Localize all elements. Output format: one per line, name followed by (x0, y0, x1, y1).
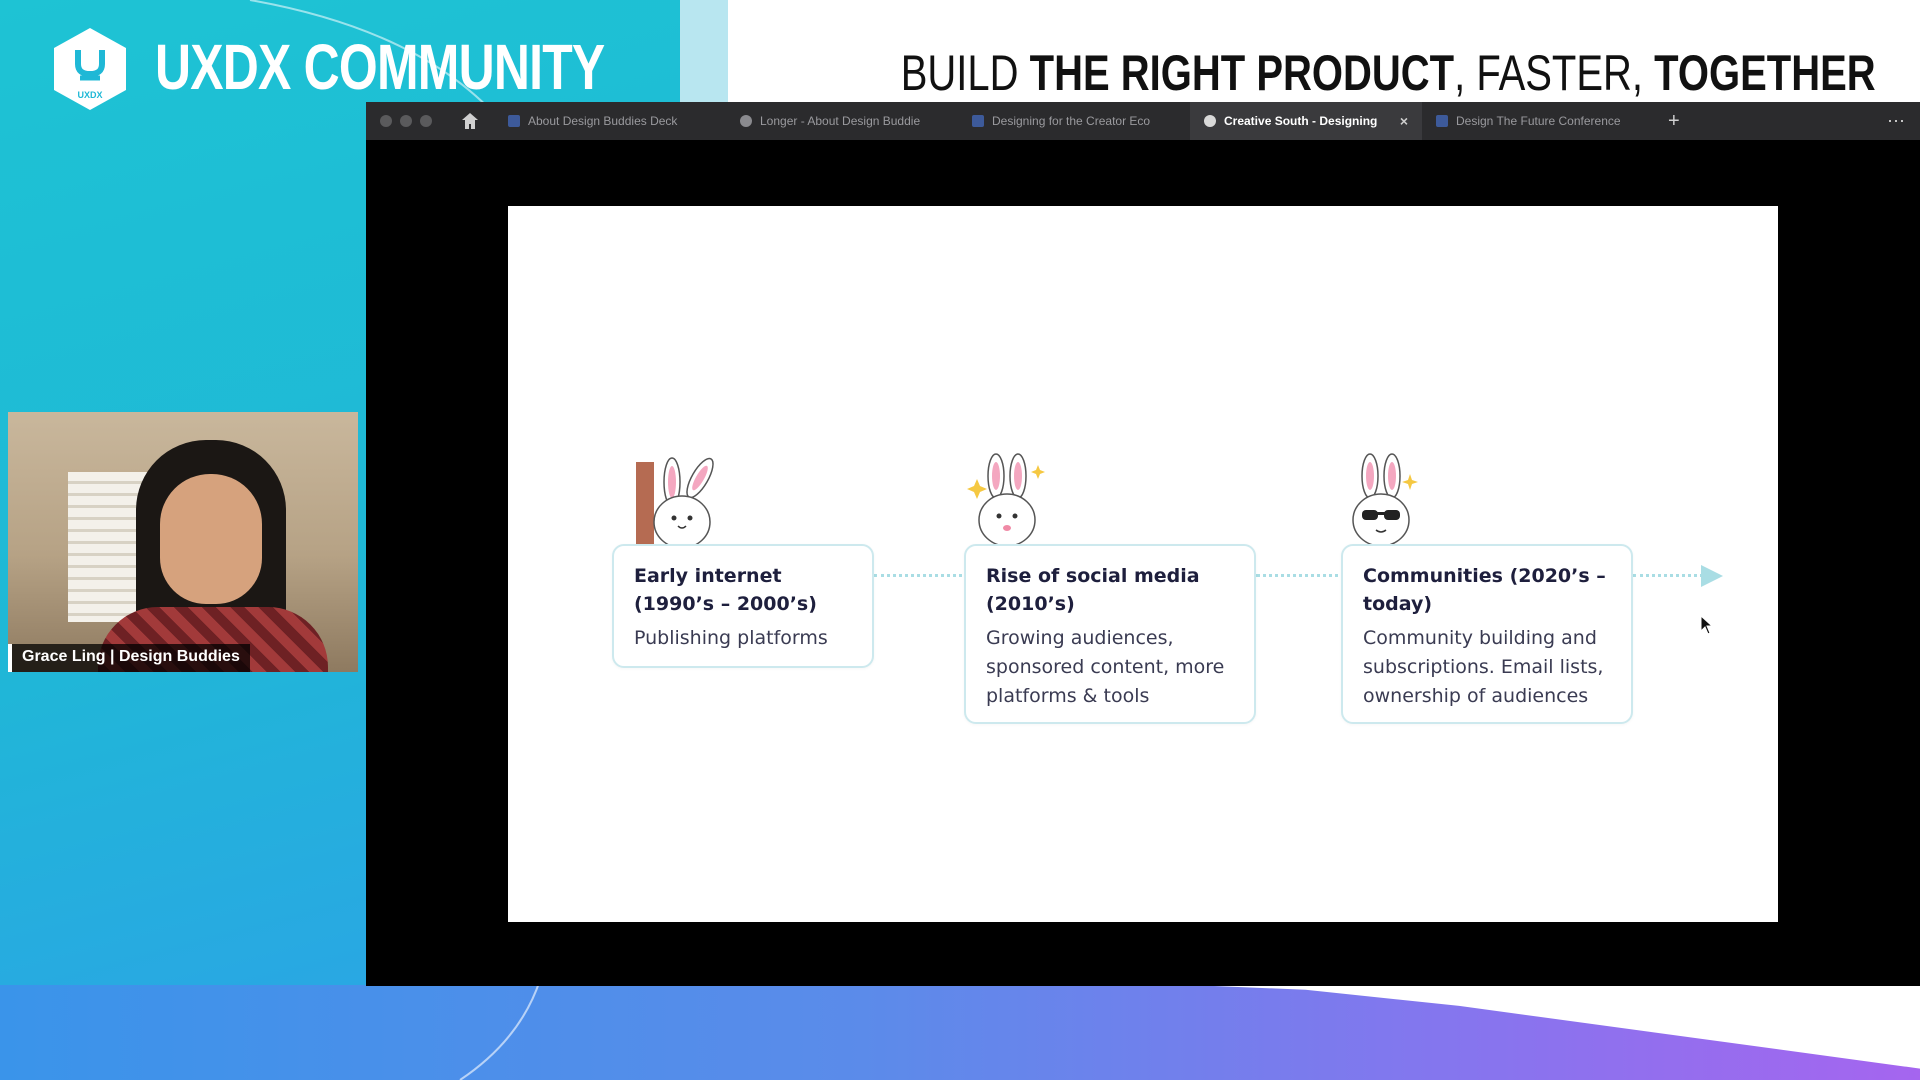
tab-close-icon[interactable]: × (1400, 113, 1408, 129)
timeline-connector (1256, 574, 1346, 577)
shared-screen: About Design Buddies Deck Longer - About… (366, 102, 1920, 986)
timeline-connector (1633, 574, 1703, 577)
tab-label: Creative South - Designing (1224, 114, 1378, 128)
mouse-cursor-icon (1700, 615, 1714, 635)
tagline-emphasis: TOGETHER (1654, 45, 1876, 101)
timeline-arrow-icon (1701, 565, 1723, 587)
tagline-part: , FASTER, (1454, 45, 1655, 101)
slides-icon (1436, 115, 1448, 127)
tagline-emphasis: THE RIGHT PRODUCT (1030, 45, 1455, 101)
tab-label: Designing for the Creator Eco (992, 114, 1151, 128)
tab-designing-creator-economy[interactable]: Designing for the Creator Eco (958, 102, 1190, 140)
card-title: Communities (2020’s – today) (1363, 565, 1606, 615)
tagline-part: BUILD (901, 45, 1030, 101)
slides-icon (508, 115, 520, 127)
tab-label: Design The Future Conference (1456, 114, 1621, 128)
play-icon (1204, 115, 1216, 127)
timeline-card-social-media: Rise of social media (2010’s) Growing au… (964, 544, 1256, 724)
tab-design-the-future[interactable]: Design The Future Conference (1422, 102, 1654, 140)
card-title: Rise of social media (2010’s) (986, 565, 1200, 615)
window-maximize-dot[interactable] (420, 115, 432, 127)
brand-title: UXDX COMMUNITY (155, 31, 605, 103)
window-controls (366, 115, 450, 127)
logo-text: UXDX (77, 90, 102, 100)
timeline-card-communities: Communities (2020’s – today) Community b… (1341, 544, 1633, 724)
tagline: BUILD THE RIGHT PRODUCT, FASTER, TOGETHE… (901, 44, 1876, 102)
card-body: Publishing platforms (634, 627, 828, 649)
uxdx-logo-icon: UXDX (54, 28, 126, 110)
presentation-slide: Early internet (1990’s – 2000’s) Publish… (508, 206, 1778, 922)
speaker-name-label: Grace Ling | Design Buddies (8, 644, 250, 672)
tab-creative-south[interactable]: Creative South - Designing × (1190, 102, 1422, 140)
new-tab-button[interactable]: + (1668, 110, 1680, 133)
window-close-dot[interactable] (380, 115, 392, 127)
timeline-connector (874, 574, 962, 577)
tab-longer-about-design-buddies[interactable]: Longer - About Design Buddie (726, 102, 958, 140)
card-body: Growing audiences, sponsored content, mo… (986, 627, 1225, 707)
window-minimize-dot[interactable] (400, 115, 412, 127)
card-title: Early internet (1990’s – 2000’s) (634, 565, 817, 615)
speaker-webcam: Grace Ling | Design Buddies (8, 412, 358, 672)
bunny-sunglasses-icon (1352, 453, 1418, 547)
tab-label: Longer - About Design Buddie (760, 114, 921, 128)
tab-label: About Design Buddies Deck (528, 114, 678, 128)
slides-icon (972, 115, 984, 127)
speaker-face (160, 474, 262, 604)
timeline-card-early-internet: Early internet (1990’s – 2000’s) Publish… (612, 544, 874, 668)
bunny-peeking-icon (636, 457, 714, 552)
tab-about-design-buddies-deck[interactable]: About Design Buddies Deck (494, 102, 726, 140)
play-icon (740, 115, 752, 127)
home-icon[interactable] (460, 111, 480, 131)
browser-tab-bar: About Design Buddies Deck Longer - About… (366, 102, 1920, 140)
card-body: Community building and subscriptions. Em… (1363, 627, 1604, 707)
bunny-sparkle-icon (967, 453, 1045, 547)
more-options-icon[interactable]: ⋯ (1887, 111, 1906, 132)
